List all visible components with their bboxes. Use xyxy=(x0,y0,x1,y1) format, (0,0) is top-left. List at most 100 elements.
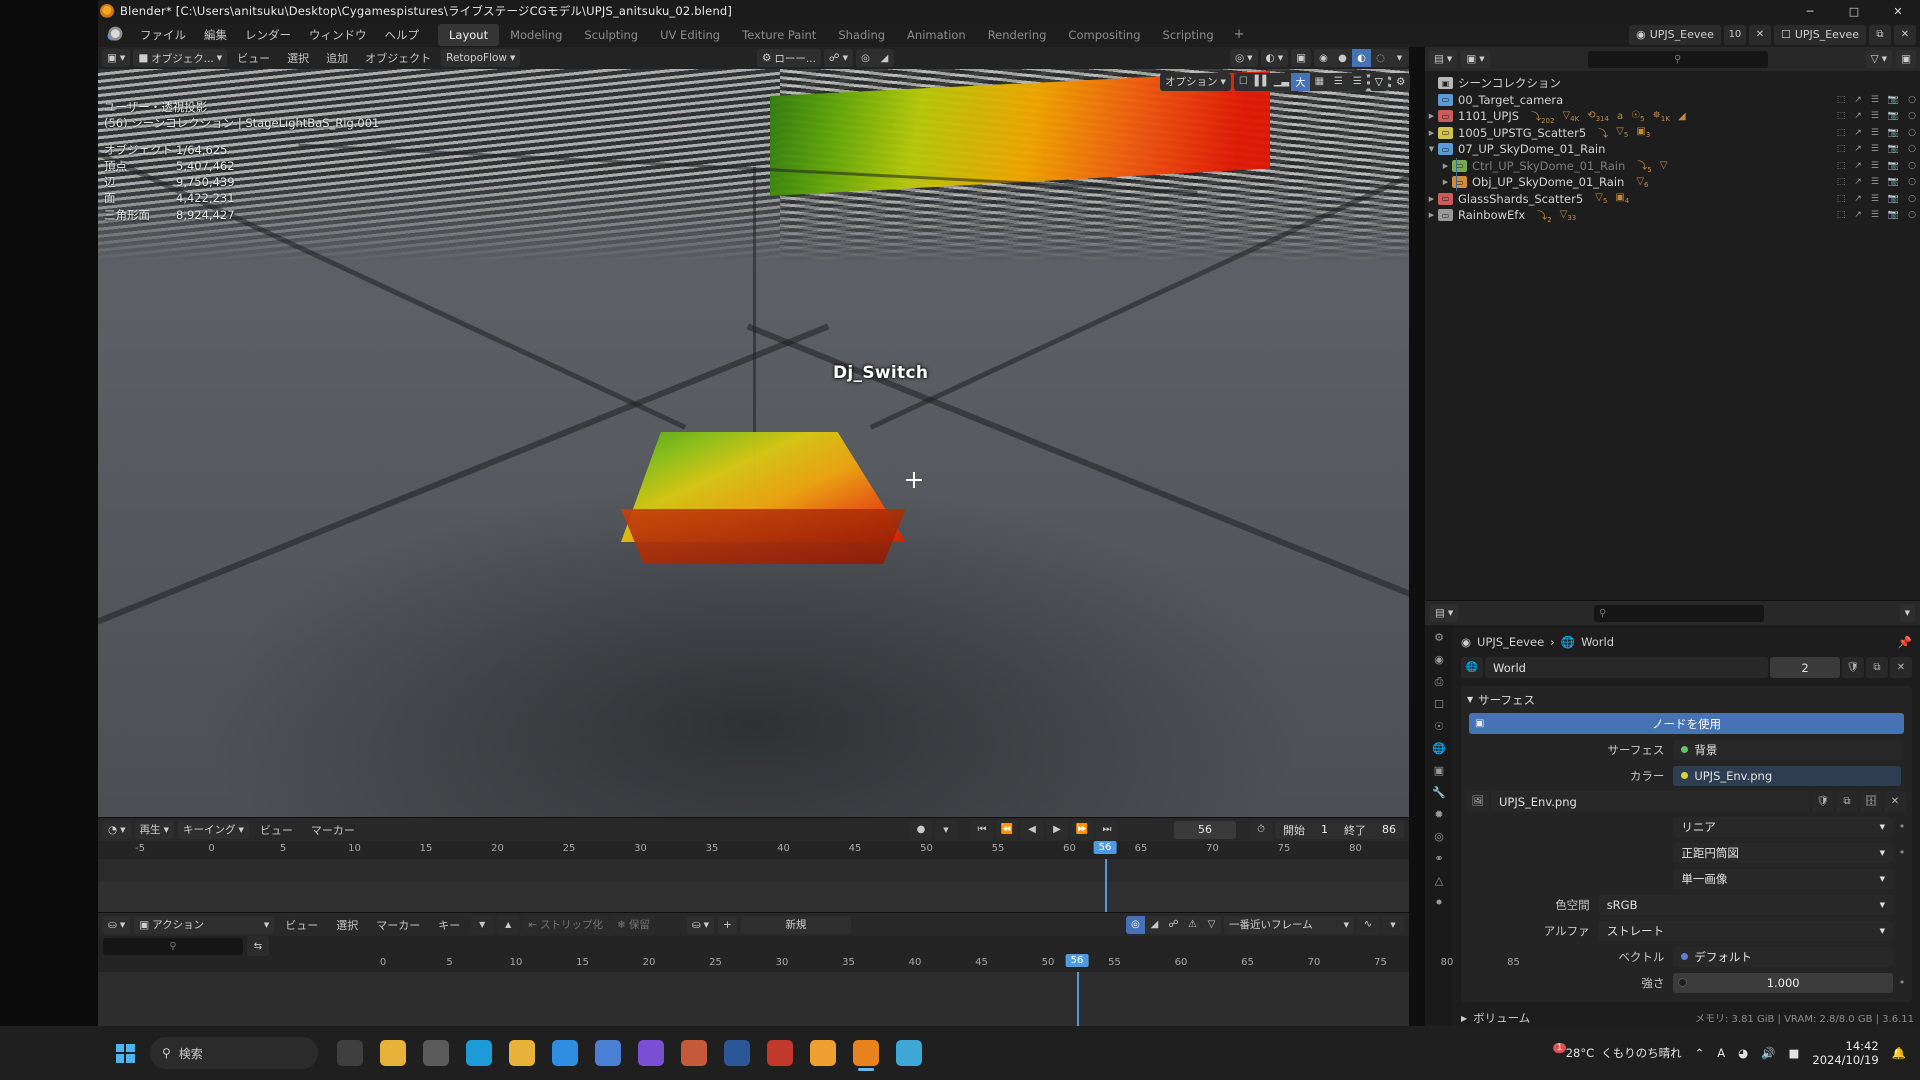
tab-physics[interactable]: ◎ xyxy=(1434,830,1444,843)
outliner-restriction-icon[interactable]: ☰ xyxy=(1871,210,1879,220)
auto-keying-popover[interactable]: ▼ xyxy=(935,819,957,840)
outliner-row[interactable]: ▼ ▭ 07_UP_SkyDome_01_Rain ⬚ ↗ ☰ 📷 ○ xyxy=(1425,141,1920,158)
taskbar-app-word[interactable] xyxy=(717,1033,757,1073)
list2-display-icon[interactable]: ☰ xyxy=(1348,73,1367,91)
timeline-ruler[interactable]: -5 0 5 10 15 20 25 30 35 40 45 50 55 60 65 70 75 80 xyxy=(98,841,1409,859)
outliner-row[interactable]: ▭ 00_Target_camera ⬚ ↗ ☰ 📷 ○ xyxy=(1425,92,1920,109)
outliner-display-mode-button[interactable]: ▣ ▼ xyxy=(1461,50,1490,68)
text-info-icon[interactable]: 大 xyxy=(1290,72,1310,91)
outliner-restriction-icon[interactable]: 📷 xyxy=(1888,128,1899,138)
viewport-menu-select[interactable]: 選択 xyxy=(280,50,316,66)
dopesheet-options-icon[interactable]: ▼ xyxy=(1382,914,1404,935)
bone-display-icon[interactable]: ▌▌ xyxy=(1253,73,1272,91)
tab-animation[interactable]: Animation xyxy=(896,24,977,46)
windows-start-button[interactable] xyxy=(106,1034,144,1072)
use-nodes-button[interactable]: ▣ ノードを使用 xyxy=(1469,713,1904,734)
taskbar-clock[interactable]: 14:42 2024/10/19 xyxy=(1812,1039,1878,1067)
breadcrumb-datablock[interactable]: World xyxy=(1581,635,1614,649)
outliner-row-scene-collection[interactable]: ▣ シーンコレクション xyxy=(1425,75,1920,92)
tab-sculpting[interactable]: Sculpting xyxy=(573,24,649,46)
auto-snap-icon[interactable]: ☍ xyxy=(1164,916,1183,934)
outliner-restriction-icon[interactable]: ☰ xyxy=(1871,177,1879,187)
shading-popover-icon[interactable]: ▼ xyxy=(1390,49,1409,67)
outliner-restriction-icon[interactable]: ☰ xyxy=(1871,161,1879,171)
tab-rendering[interactable]: Rendering xyxy=(977,24,1058,46)
new-action-button[interactable]: 新規 xyxy=(740,915,851,934)
outliner-restriction-icon[interactable]: ☰ xyxy=(1871,111,1879,121)
color-field-value[interactable]: UPJS_Env.png xyxy=(1673,765,1901,786)
outliner-new-collection-button[interactable]: ▣ xyxy=(1896,50,1916,68)
surface-field-value[interactable]: 背景 xyxy=(1673,739,1901,760)
outliner-restriction-icon[interactable]: ↗ xyxy=(1854,111,1862,121)
properties-search-input[interactable]: ⚲ xyxy=(1593,604,1764,622)
menu-item-window[interactable]: ウィンドウ xyxy=(300,24,376,46)
outliner-restriction-icon[interactable]: 📷 xyxy=(1888,177,1899,187)
image-unlink-icon[interactable]: ✕ xyxy=(1884,791,1906,812)
tab-tool[interactable]: ⚙ xyxy=(1434,631,1444,644)
outliner-restriction-icon[interactable]: ⬚ xyxy=(1837,177,1846,187)
outliner-restriction-icon[interactable]: ⬚ xyxy=(1837,95,1846,105)
tab-view-layer[interactable]: ☐ xyxy=(1434,698,1444,711)
outliner-twisty-icon[interactable]: ▶ xyxy=(1425,129,1438,137)
play-button[interactable]: ▶ xyxy=(1046,819,1068,840)
playback-menu[interactable]: 再生 ▼ xyxy=(134,820,174,839)
list-display-icon[interactable]: ☰ xyxy=(1329,73,1348,91)
pin-icon[interactable]: 📌 xyxy=(1898,635,1912,649)
vector-value[interactable]: デフォルト xyxy=(1673,946,1893,967)
timeline-editor[interactable]: ◔ ▼ 再生 ▼ キーイング ▼ ビュー マーカー ● ▼ ⏮ ⏪ ◀ ▶ ⏩ ⏭ 5… xyxy=(98,817,1409,913)
outliner-editor[interactable]: ▤ ▼ ▣ ▼ ⚲ ▽ ▼ ▣ ▣ シーンコレクション ▭ 00_Target_came… xyxy=(1424,47,1920,600)
taskbar-app-folder[interactable] xyxy=(502,1033,542,1073)
tray-chevron-icon[interactable]: ⌃ xyxy=(1695,1046,1705,1060)
transform-orientation-selector[interactable]: ⚙ ローー... xyxy=(756,49,821,67)
remove-view-layer-button[interactable]: ✕ xyxy=(1894,24,1916,45)
source-dropdown[interactable]: 単一画像 ▼ xyxy=(1673,868,1893,889)
editor-type-selector[interactable]: ▣ ▼ xyxy=(102,49,131,67)
outliner-restriction-icon[interactable]: 📷 xyxy=(1888,95,1899,105)
tab-shading[interactable]: Shading xyxy=(827,24,896,46)
outliner-twisty-icon[interactable]: ▶ xyxy=(1439,162,1452,170)
viewport-options-popover[interactable]: オプション ▼ xyxy=(1160,72,1231,91)
outliner-twisty-icon[interactable]: ▶ xyxy=(1425,195,1438,203)
viewport-overlay-toggle[interactable]: ◐ ▼ xyxy=(1260,49,1289,67)
image-pack-icon[interactable]: 🗄 xyxy=(1860,791,1882,812)
proportional-falloff-icon[interactable]: ◢ xyxy=(875,49,894,67)
taskbar-app-paint[interactable] xyxy=(889,1033,929,1073)
image-copy-icon[interactable]: ⧉ xyxy=(1836,791,1858,812)
outliner-restriction-icon[interactable]: ☰ xyxy=(1871,95,1879,105)
minimize-button[interactable]: ─ xyxy=(1788,0,1832,22)
properties-editor[interactable]: ▤ ▼ ⚲ ▼ ⚙ ◉ ⎙ ☐ ☉ 🌐 ▣ 🔧 ✹ ◎ ⚭ △ ⚫ ◉ UPJS_… xyxy=(1424,600,1920,1027)
tab-particles[interactable]: ✹ xyxy=(1434,808,1443,821)
taskbar-app-edge-browser[interactable] xyxy=(459,1033,499,1073)
world-name-field[interactable]: World xyxy=(1485,657,1768,678)
taskbar-app-file-explorer-folder[interactable] xyxy=(373,1033,413,1073)
dopesheet-sort-button[interactable]: ⇆ xyxy=(247,936,269,956)
outliner-twisty-icon[interactable]: ▶ xyxy=(1439,178,1452,186)
outliner-restriction-icon[interactable]: ⬚ xyxy=(1837,111,1846,121)
outliner-restriction-icon[interactable]: 📷 xyxy=(1888,210,1899,220)
timeline-menu-marker[interactable]: マーカー xyxy=(304,822,362,838)
taskbar-app-widgets[interactable] xyxy=(416,1033,456,1073)
outliner-restriction-icon[interactable]: ○ xyxy=(1908,144,1916,154)
keying-menu[interactable]: キーイング ▼ xyxy=(177,820,249,839)
outliner-restriction-icon[interactable]: 📷 xyxy=(1888,111,1899,121)
outliner-twisty-icon[interactable]: ▶ xyxy=(1425,112,1438,120)
jump-to-end-button[interactable]: ⏭ xyxy=(1096,819,1118,840)
menu-item-file[interactable]: ファイル xyxy=(131,24,195,46)
only-selected-icon[interactable]: ⚠ xyxy=(1183,916,1202,934)
dopesheet-mode-selector[interactable]: ▣ アクション ▼ xyxy=(134,915,275,934)
unlink-datablock-icon[interactable]: ✕ xyxy=(1890,657,1912,678)
taskbar-app-clip-studio[interactable] xyxy=(760,1033,800,1073)
world-datablock-icon[interactable]: 🌐 xyxy=(1461,657,1483,678)
dopesheet-search-input[interactable]: ⚲ xyxy=(103,937,243,955)
auto-snap-selector[interactable]: 一番近いフレーム ▼ xyxy=(1224,915,1354,934)
outliner-row[interactable]: ▶ ▭ 1005_UPSTG_Scatter5 ⤵ ▽5 ▣3 ⬚ ↗ ☰ 📷 ○ xyxy=(1425,125,1920,142)
tab-scripting[interactable]: Scripting xyxy=(1152,24,1225,46)
outliner-restriction-icon[interactable]: ↗ xyxy=(1854,95,1862,105)
outliner-restriction-icon[interactable]: ○ xyxy=(1908,194,1916,204)
timeline-editor-type-button[interactable]: ◔ ▼ xyxy=(103,820,131,839)
dopesheet-menu-view[interactable]: ビュー xyxy=(278,917,325,933)
outliner-restriction-icon[interactable]: 📷 xyxy=(1888,144,1899,154)
tab-output[interactable]: ⎙ xyxy=(1435,675,1444,689)
outliner-restriction-icon[interactable]: ⬚ xyxy=(1837,161,1846,171)
3d-viewport[interactable]: Dj_Switch ユーザー・透視投影 (56) シーンコレクション | Sta… xyxy=(98,47,1409,817)
